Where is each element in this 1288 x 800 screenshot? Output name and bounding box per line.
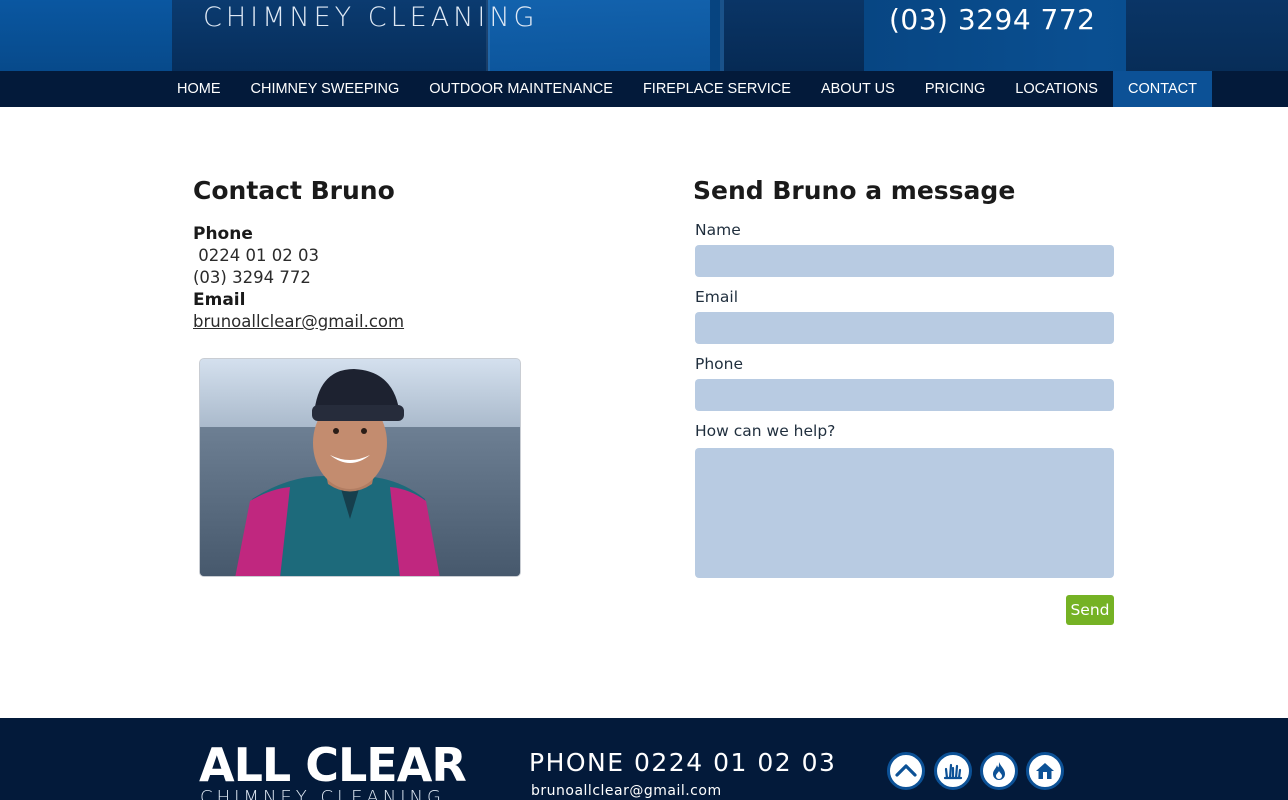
main-nav: HOME CHIMNEY SWEEPING OUTDOOR MAINTENANC…: [0, 71, 1288, 107]
grass-icon[interactable]: [934, 752, 972, 790]
banner-panel: [724, 0, 864, 71]
phone-label: Phone: [193, 224, 253, 244]
roof-chevron-icon[interactable]: [887, 752, 925, 790]
nav-item-home[interactable]: HOME: [162, 71, 236, 107]
flame-icon[interactable]: [980, 752, 1018, 790]
footer: ALL CLEAR CHIMNEY CLEANING PHONE 0224 01…: [0, 718, 1288, 800]
footer-email[interactable]: brunoallclear@gmail.com: [531, 783, 722, 799]
message-textarea[interactable]: [695, 448, 1114, 578]
help-label: How can we help?: [695, 422, 836, 440]
banner-stripe: [720, 0, 724, 71]
header-banner: CHIMNEY CLEANING (03) 3294 772: [0, 0, 1288, 71]
phone-number-mobile: 0224 01 02 03: [193, 246, 319, 265]
house-icon[interactable]: [1026, 752, 1064, 790]
footer-logo-subtitle: CHIMNEY CLEANING: [200, 787, 445, 800]
email-label: Email: [193, 290, 246, 310]
nav-item-chimney-sweeping[interactable]: CHIMNEY SWEEPING: [236, 71, 415, 107]
nav-item-outdoor-maintenance[interactable]: OUTDOOR MAINTENANCE: [414, 71, 628, 107]
banner-panel: [0, 0, 172, 71]
header-phone[interactable]: (03) 3294 772: [889, 3, 1095, 36]
nav-item-about-us[interactable]: ABOUT US: [806, 71, 910, 107]
email-input[interactable]: [695, 312, 1114, 344]
message-heading: Send Bruno a message: [693, 176, 1016, 205]
email-link[interactable]: brunoallclear@gmail.com: [193, 312, 404, 331]
nav-item-contact[interactable]: CONTACT: [1112, 71, 1212, 107]
footer-logo[interactable]: ALL CLEAR: [199, 742, 467, 788]
footer-phone: PHONE 0224 01 02 03: [529, 748, 837, 777]
contact-heading: Contact Bruno: [193, 176, 395, 205]
name-label: Name: [695, 221, 741, 239]
phone-input[interactable]: [695, 379, 1114, 411]
portrait-illustration: [200, 359, 520, 576]
name-input[interactable]: [695, 245, 1114, 277]
nav-item-fireplace-service[interactable]: FIREPLACE SERVICE: [628, 71, 806, 107]
nav-item-pricing[interactable]: PRICING: [910, 71, 1000, 107]
phone-field-label: Phone: [695, 355, 744, 373]
email-field-label: Email: [695, 288, 739, 306]
site-subtitle: CHIMNEY CLEANING: [203, 2, 539, 33]
phone-number-landline: (03) 3294 772: [193, 268, 311, 287]
bruno-photo: [199, 358, 521, 577]
send-button[interactable]: Send: [1066, 595, 1114, 625]
banner-panel: [1126, 0, 1288, 71]
nav-item-locations[interactable]: LOCATIONS: [1000, 71, 1113, 107]
